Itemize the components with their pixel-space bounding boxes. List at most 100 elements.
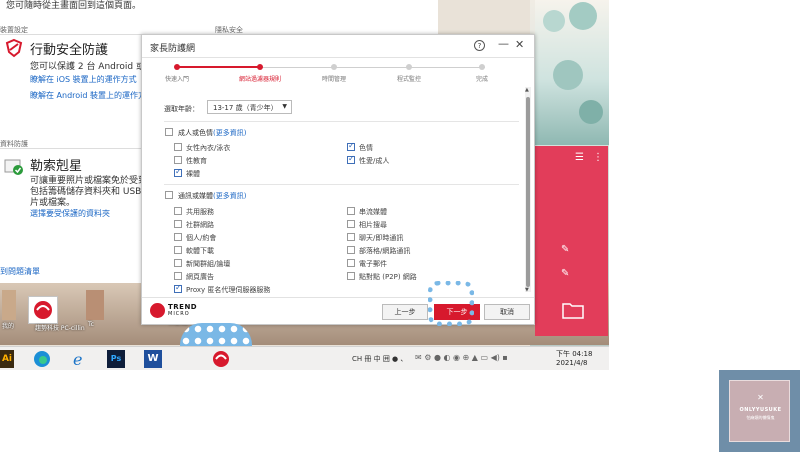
edge-icon[interactable] [33, 350, 51, 368]
checkbox-sex-ed[interactable] [174, 156, 182, 164]
word-icon[interactable]: W [144, 350, 162, 368]
checkbox-social[interactable] [174, 220, 182, 228]
clock-time[interactable]: 下午 04:18 [556, 349, 592, 359]
step-label-time: 時間管理 [321, 76, 347, 83]
checkbox-label: 性教育 [186, 157, 207, 165]
watermark: ✕ ONLYYUSUKE 怕麻煩的懶惰鬼 [719, 370, 800, 452]
watermark-subtitle: 怕麻煩的懶惰鬼 [746, 415, 775, 420]
scroll-down-icon[interactable]: ▼ [525, 287, 529, 293]
minimize-button[interactable]: — [498, 37, 509, 50]
pccillin-icon [34, 301, 52, 319]
trend-logo-mark [150, 303, 165, 318]
checkbox-nudity[interactable] [174, 167, 182, 177]
watermark-name: ONLYYUSUKE [739, 407, 782, 413]
checkbox-streaming[interactable] [347, 207, 355, 215]
checkbox-label: 色情 [359, 144, 373, 152]
watermark-mark: ✕ [757, 393, 764, 402]
age-label: 選取年齡： [164, 105, 199, 113]
step-label-done: 完成 [475, 76, 489, 83]
list-icon[interactable]: ☰ [575, 152, 584, 163]
checkbox-lingerie[interactable] [174, 143, 182, 151]
checkbox-label: 串流媒體 [359, 208, 387, 216]
checkbox-web-ads[interactable] [174, 272, 182, 280]
checkbox-label: 新聞群組/論壇 [186, 260, 231, 268]
divider [164, 184, 519, 185]
checkbox-label: 社群網路 [186, 221, 214, 229]
age-select[interactable]: 13-17 歲（青少年） ▼ [207, 100, 292, 114]
more-info-link[interactable]: (更多資訊) [213, 129, 246, 137]
desktop-icon-pccillin[interactable]: 趨勢科技 PC-cillin [28, 296, 85, 332]
help-icon[interactable]: ? [474, 40, 485, 51]
wrench-icon[interactable]: ✎ [561, 268, 569, 279]
desktop-icon-label: 我的 [2, 323, 15, 330]
more-info-link[interactable]: (更多資訊) [213, 192, 246, 200]
divider [0, 34, 145, 35]
folder-icon[interactable] [561, 300, 585, 320]
mobile-security-icon [5, 38, 23, 58]
checkbox-dating[interactable] [174, 233, 182, 241]
cancel-button[interactable]: 取消 [484, 304, 530, 320]
group-label-text: 成人或色情 [178, 129, 213, 137]
checkbox-chat[interactable] [347, 233, 355, 241]
parental-controls-dialog: 家長防護網 ? — ✕ 快速入門 網站過濾器規則 時間管理 程式監控 完成 選取… [141, 34, 535, 325]
checkbox-download[interactable] [174, 246, 182, 254]
tray-icons[interactable]: ✉ ⚙ ● ◐ ◉ ⊕ ▲ ▭ ◀) ▪ [415, 353, 508, 362]
folder-shield-icon [4, 159, 23, 175]
desktop-icon[interactable]: 我的 [2, 290, 16, 330]
side-panel: ☰ ⋮ ✎ ✎ [535, 146, 608, 336]
tree-shape [579, 100, 603, 124]
checkbox-photo-search[interactable] [347, 220, 355, 228]
photoshop-icon[interactable]: Ps [107, 350, 125, 368]
svg-text:e: e [73, 350, 82, 368]
tree-shape [569, 2, 597, 30]
mobile-security-desc: 您可以保護 2 台 Android 或 iO [30, 62, 158, 72]
logo-text: TREND [168, 303, 198, 311]
link-ios[interactable]: 瞭解在 iOS 裝置上的運作方式 [30, 74, 137, 85]
close-button[interactable]: ✕ [515, 38, 524, 51]
scrollbar-thumb[interactable] [526, 97, 530, 287]
checkbox-email[interactable] [347, 259, 355, 267]
link-protected-folders[interactable]: 選擇要受保護的資料夾 [30, 208, 110, 219]
checkbox-newsgroup[interactable] [174, 259, 182, 267]
illustrator-icon[interactable]: Ai [0, 350, 14, 368]
system-tray[interactable]: CH 冊 中 囲 ● 、 [352, 354, 407, 364]
scroll-up-icon[interactable]: ▲ [525, 87, 529, 93]
tree-shape [543, 10, 565, 32]
checkbox-adult[interactable] [347, 154, 355, 164]
wrench-icon[interactable]: ✎ [561, 244, 569, 255]
age-select-value: 13-17 歲（青少年） [213, 104, 278, 112]
clock-date[interactable]: 2021/4/8 [556, 359, 587, 367]
pccillin-taskbar-icon[interactable] [212, 350, 230, 368]
ie-icon[interactable]: e [71, 350, 89, 368]
step-dot [257, 64, 263, 70]
checkbox-blog[interactable] [347, 246, 355, 254]
desktop-icon-label: Tc [88, 321, 94, 328]
screenshot: 我的 趨勢科技 PC-cillin Tc TREND MICRO 您可隨時從主畫… [0, 0, 800, 452]
link-issue-list[interactable]: 到問題清單 [0, 266, 40, 277]
logo-text: MICRO [168, 311, 190, 317]
mobile-security-title: 行動安全防護 [30, 43, 109, 58]
ransomware-desc: 片或檔案。 [30, 198, 76, 208]
checkbox-proxy[interactable] [174, 283, 182, 293]
checkbox-label: 女性內衣/泳衣 [186, 144, 231, 152]
highlight-next-button [428, 281, 474, 326]
group-checkbox-communication[interactable] [165, 191, 173, 199]
checkbox-label: 個人/約會 [186, 234, 217, 242]
more-icon[interactable]: ⋮ [593, 152, 603, 163]
chevron-down-icon: ▼ [282, 103, 287, 110]
desktop-icon[interactable]: Tc [86, 290, 104, 328]
intro-text: 您可隨時從主畫面回到這個頁面。 [6, 1, 142, 11]
checkbox-label: 性愛/成人 [359, 157, 390, 165]
previous-button[interactable]: 上一步 [382, 304, 428, 320]
checkbox-sharing[interactable] [174, 207, 182, 215]
checkbox-porn[interactable] [347, 141, 355, 151]
checkbox-label: 相片搜尋 [359, 221, 387, 229]
checkbox-p2p[interactable] [347, 272, 355, 280]
group-checkbox-adult[interactable] [165, 128, 173, 136]
dialog-title: 家長防護網 [150, 44, 196, 54]
step-dot [406, 64, 412, 70]
tree-shape [553, 60, 583, 90]
link-android[interactable]: 瞭解在 Android 裝置上的運作方 [30, 90, 146, 101]
checkbox-label: 聊天/即時通訊 [359, 234, 404, 242]
divider [0, 148, 145, 149]
